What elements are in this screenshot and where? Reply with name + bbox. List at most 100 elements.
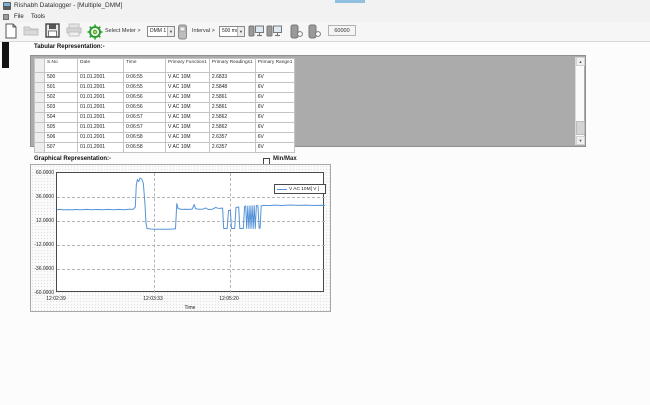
interval-select[interactable]: 500 ms ▼ — [219, 26, 245, 37]
table-scrollbar[interactable]: ▲ ▼ — [575, 57, 584, 145]
menu-tools[interactable]: Tools — [29, 12, 47, 22]
save-button[interactable] — [45, 23, 60, 43]
pc-to-meter-icon — [266, 24, 282, 38]
sample-count: 60000 — [328, 25, 356, 36]
meter-select[interactable]: DMM 1 ▼ — [147, 26, 175, 37]
table-cell: V AC 10M — [166, 143, 210, 153]
table-cell: 505 — [45, 123, 78, 133]
table-cell: 507 — [45, 143, 78, 153]
table-row[interactable]: 50001.01.20010:06:55V AC 10M2.68336V — [35, 73, 295, 83]
scroll-up-icon[interactable]: ▲ — [576, 57, 585, 66]
row-selector-header — [35, 59, 45, 73]
table-cell: 500 — [45, 73, 78, 83]
plot-area: V AC 10M[ V ] — [56, 172, 324, 292]
table-cell: 501 — [45, 83, 78, 93]
row-selector[interactable] — [35, 143, 45, 153]
row-selector[interactable] — [35, 83, 45, 93]
table-cell: V AC 10M — [166, 93, 210, 103]
table-cell: 01.01.2001 — [78, 143, 124, 153]
read-from-meter-button[interactable] — [248, 24, 264, 43]
table-cell: 2.6357 — [209, 143, 255, 153]
interval-label: Interval > — [192, 26, 215, 37]
row-selector[interactable] — [35, 103, 45, 113]
select-meter-label: Select Meter > — [105, 26, 141, 37]
table-cell: 0:06:57 — [124, 123, 166, 133]
table-cell: V AC 10M — [166, 123, 210, 133]
menu-file[interactable]: File — [12, 12, 26, 22]
legend-line-sample — [277, 189, 287, 190]
legend-label: V AC 10M[ V ] — [289, 187, 319, 192]
table-row[interactable]: 50301.01.20010:06:56V AC 10M2.58616V — [35, 103, 295, 113]
chevron-down-icon: ▼ — [237, 27, 244, 36]
row-selector[interactable] — [35, 73, 45, 83]
graphical-section-title: Graphical Representation:- — [34, 156, 111, 162]
scrollbar-thumb[interactable] — [576, 121, 585, 135]
meter-to-pc-icon — [248, 24, 264, 38]
row-selector[interactable] — [35, 123, 45, 133]
chart-legend: V AC 10M[ V ] — [274, 184, 326, 194]
table-cell: 0:06:57 — [124, 113, 166, 123]
column-header: Primary Readings1 — [209, 59, 255, 73]
table-cell: 2.5861 — [209, 103, 255, 113]
table-row[interactable]: 50101.01.20010:06:55V AC 10M2.58486V — [35, 83, 295, 93]
x-axis-title: Time — [185, 305, 196, 311]
table-cell: 2.5862 — [209, 123, 255, 133]
table-row[interactable]: 50701.01.20010:06:58V AC 10M2.63576V — [35, 143, 295, 153]
mdi-child-icon[interactable] — [3, 14, 9, 20]
write-to-meter-button[interactable] — [266, 24, 282, 43]
scroll-down-icon[interactable]: ▼ — [576, 136, 585, 145]
table-cell: 503 — [45, 103, 78, 113]
table-cell: 0:06:58 — [124, 133, 166, 143]
stop-logging-icon — [307, 24, 321, 39]
table-cell: 6V — [255, 83, 295, 93]
table-body: 50001.01.20010:06:55V AC 10M2.68336V5010… — [35, 73, 295, 153]
meter-device-icon — [177, 24, 188, 40]
table-row[interactable]: 50501.01.20010:06:57V AC 10M2.58626V — [35, 123, 295, 133]
column-header: S.No — [45, 59, 78, 73]
connect-gear-icon — [87, 24, 103, 40]
row-selector[interactable] — [35, 133, 45, 143]
table-cell: 502 — [45, 93, 78, 103]
table-cell: 6V — [255, 133, 295, 143]
x-tick-label: 12:02:39 — [36, 296, 76, 302]
meter-device-button[interactable] — [177, 24, 188, 45]
x-tick-label: 12:05:20 — [209, 296, 249, 302]
open-button[interactable] — [23, 23, 39, 42]
printer-icon — [66, 23, 82, 37]
table-cell: V AC 10M — [166, 83, 210, 93]
new-button[interactable] — [4, 23, 18, 44]
row-selector[interactable] — [35, 113, 45, 123]
table-cell: 0:06:56 — [124, 93, 166, 103]
stop-logging-button[interactable] — [307, 24, 321, 44]
table-cell: 2.5861 — [209, 93, 255, 103]
readings-table[interactable]: S.NoDateTimePrimary Function1Primary Rea… — [34, 58, 295, 153]
table-header: S.NoDateTimePrimary Function1Primary Rea… — [35, 59, 295, 73]
table-cell: 506 — [45, 133, 78, 143]
minmax-label: Min/Max — [273, 156, 297, 162]
table-cell: 6V — [255, 143, 295, 153]
y-tick-label: -12.0000 — [32, 242, 54, 248]
start-logging-icon — [289, 24, 303, 39]
row-selector[interactable] — [35, 93, 45, 103]
save-floppy-icon — [45, 23, 60, 38]
table-row[interactable]: 50401.01.20010:06:57V AC 10M2.58626V — [35, 113, 295, 123]
connect-button[interactable] — [87, 24, 103, 45]
table-row[interactable]: 50601.01.20010:06:58V AC 10M2.63576V — [35, 133, 295, 143]
table-cell: 01.01.2001 — [78, 93, 124, 103]
tabular-section-title: Tabular Representation:- — [34, 44, 105, 50]
table-panel: S.NoDateTimePrimary Function1Primary Rea… — [30, 55, 586, 147]
interval-select-value: 500 ms — [222, 28, 238, 34]
start-logging-button[interactable] — [289, 24, 303, 44]
table-cell: 2.5848 — [209, 83, 255, 93]
table-row[interactable]: 50201.01.20010:06:56V AC 10M2.58616V — [35, 93, 295, 103]
table-cell: 01.01.2001 — [78, 83, 124, 93]
table-cell: 0:06:58 — [124, 143, 166, 153]
table-cell: 0:06:55 — [124, 83, 166, 93]
table-cell: 01.01.2001 — [78, 73, 124, 83]
table-cell: 0:06:55 — [124, 73, 166, 83]
chart-panel: 60.000036.000012.0000-12.0000-36.0000-60… — [30, 164, 331, 312]
column-header: Time — [124, 59, 166, 73]
table-cell: 0:06:56 — [124, 103, 166, 113]
print-button[interactable] — [66, 23, 82, 42]
table-cell: 2.6833 — [209, 73, 255, 83]
